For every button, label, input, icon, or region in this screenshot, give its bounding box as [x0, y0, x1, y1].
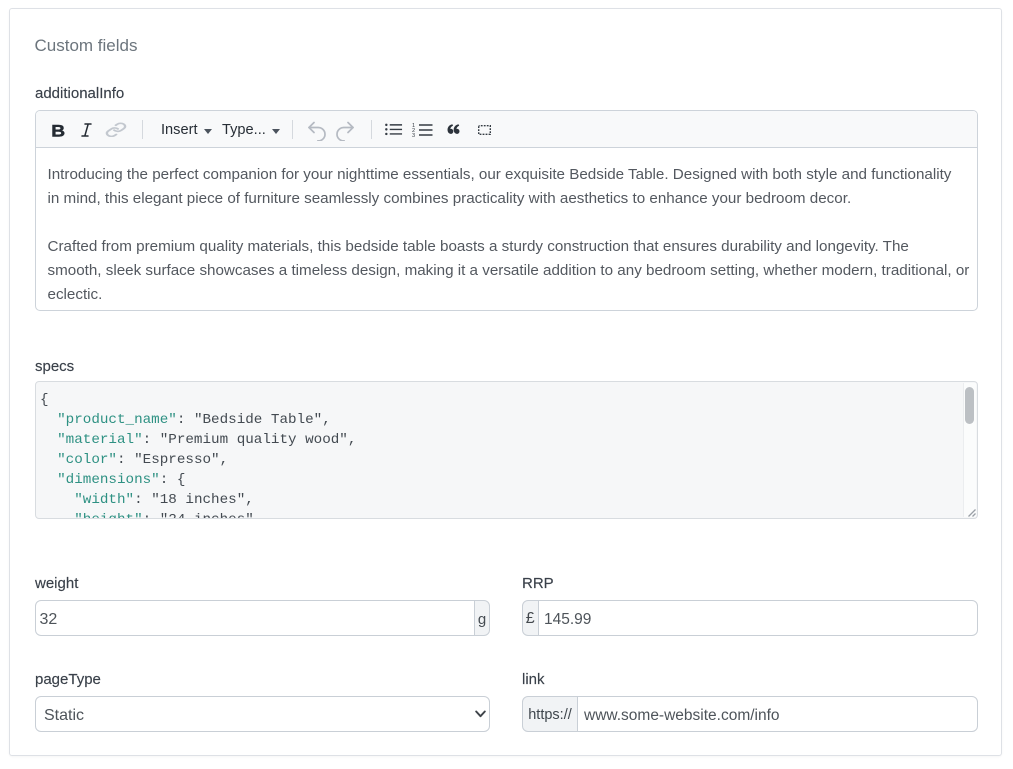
svg-text:3: 3: [412, 133, 415, 137]
